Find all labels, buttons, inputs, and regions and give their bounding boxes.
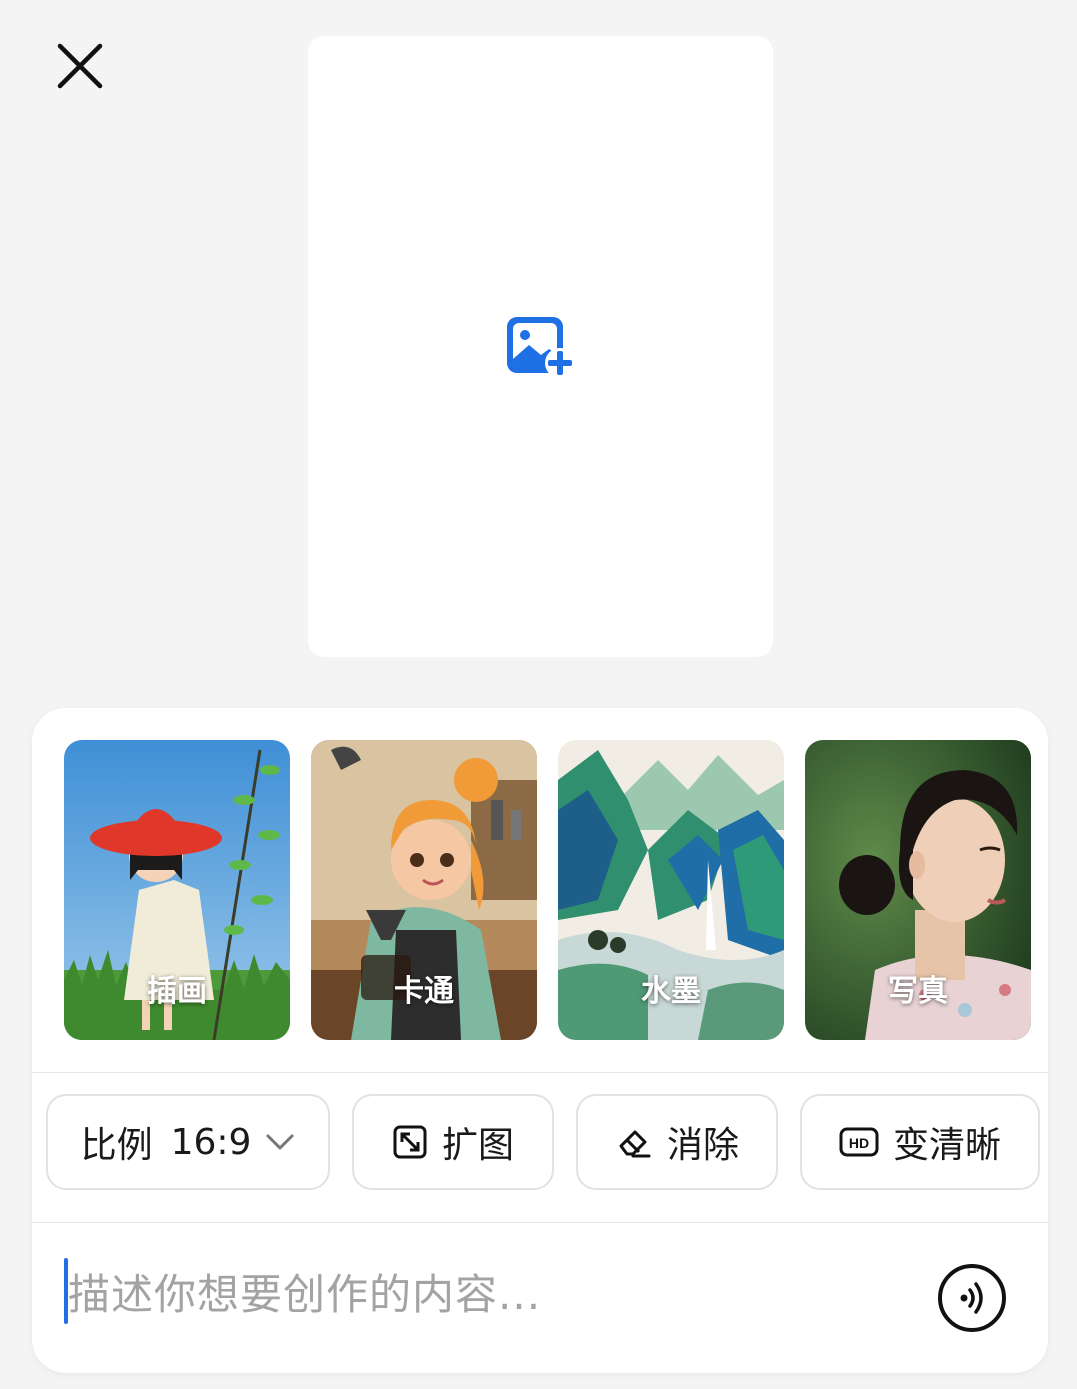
divider bbox=[32, 1222, 1048, 1223]
voice-input-button[interactable] bbox=[938, 1264, 1006, 1332]
ratio-selector[interactable]: 比例 16:9 bbox=[46, 1094, 330, 1190]
prompt-placeholder: 描述你想要创作的内容... bbox=[68, 1269, 542, 1319]
prompt-input[interactable]: 描述你想要创作的内容... bbox=[64, 1246, 944, 1336]
style-label: 卡通 bbox=[394, 974, 454, 1009]
ratio-value: 16:9 bbox=[170, 1121, 252, 1163]
enhance-button[interactable]: HD 变清晰 bbox=[800, 1094, 1040, 1190]
style-presets: 插画 卡通 水墨 写真 bbox=[64, 740, 1031, 1040]
close-icon bbox=[57, 43, 103, 89]
svg-text:HD: HD bbox=[849, 1135, 869, 1151]
image-canvas[interactable] bbox=[308, 36, 773, 657]
erase-button[interactable]: 消除 bbox=[576, 1094, 778, 1190]
style-card-ink[interactable]: 水墨 bbox=[558, 740, 784, 1040]
style-card-illustration[interactable]: 插画 bbox=[64, 740, 290, 1040]
add-image-button[interactable] bbox=[501, 307, 581, 387]
expand-label: 扩图 bbox=[441, 1125, 514, 1166]
tool-buttons: 比例 16:9 扩图 消除 HD 变清晰 bbox=[46, 1094, 1040, 1190]
style-label: 插画 bbox=[147, 974, 207, 1009]
voice-icon bbox=[960, 1282, 983, 1314]
divider bbox=[32, 1072, 1048, 1073]
erase-label: 消除 bbox=[666, 1125, 739, 1166]
style-card-portrait[interactable]: 写真 bbox=[805, 740, 1031, 1040]
chevron-down-icon bbox=[265, 1132, 295, 1152]
bottom-panel: 插画 卡通 水墨 写真 比例 16:9 扩图 消除 HD 变清晰 描述你想要创作… bbox=[32, 708, 1048, 1373]
ratio-label: 比例 bbox=[80, 1125, 153, 1166]
style-card-cartoon[interactable]: 卡通 bbox=[311, 740, 537, 1040]
add-image-icon bbox=[506, 316, 575, 378]
expand-icon bbox=[392, 1124, 428, 1160]
enhance-label: 变清晰 bbox=[892, 1125, 1001, 1166]
style-label: 水墨 bbox=[641, 974, 701, 1009]
eraser-icon bbox=[615, 1124, 653, 1160]
expand-button[interactable]: 扩图 bbox=[352, 1094, 554, 1190]
hd-icon: HD bbox=[839, 1127, 879, 1157]
style-label: 写真 bbox=[888, 974, 948, 1009]
close-button[interactable] bbox=[50, 36, 110, 96]
